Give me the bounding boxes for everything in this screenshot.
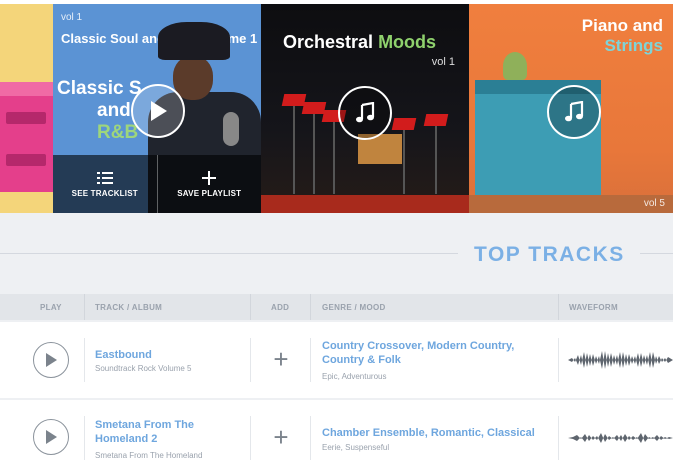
music-stand-art	[435, 126, 437, 194]
music-stand-art	[293, 106, 295, 194]
waveform[interactable]	[568, 340, 673, 380]
section-title: TOP TRACKS	[474, 243, 625, 266]
genre-links[interactable]: Country Crossover, Modern Country, Count…	[322, 339, 547, 367]
cassette-reel	[6, 112, 46, 124]
card-title-line: Strings	[604, 36, 663, 55]
card-volume: vol 5	[643, 198, 665, 209]
add-track-button[interactable]: +	[270, 424, 292, 450]
play-playlist-button[interactable]	[131, 84, 185, 138]
card-title-line: Piano and	[581, 16, 663, 35]
divider	[640, 253, 673, 254]
mood-text: Epic, Adventurous	[322, 372, 387, 381]
genre-links[interactable]: Chamber Ensemble, Romantic, Classical	[322, 426, 547, 440]
track-row[interactable]: Smetana From The Homeland 2 Smetana From…	[0, 400, 673, 472]
ground-art	[469, 195, 673, 213]
card-volume: vol 1	[431, 56, 455, 68]
track-title-link[interactable]: Smetana From The Homeland 2	[95, 418, 225, 446]
play-icon	[151, 101, 167, 121]
track-album-link[interactable]: Soundtrack Rock Volume 5	[95, 364, 192, 373]
column-divider	[250, 294, 251, 320]
column-header-track: TRACK / ALBUM	[95, 303, 163, 312]
cassette-art-top	[0, 82, 53, 96]
music-stand-art	[391, 118, 417, 130]
playlist-card-partial[interactable]	[0, 4, 53, 213]
microphone-art	[223, 112, 239, 146]
track-row[interactable]: Eastbound Soundtrack Rock Volume 5 + Cou…	[0, 322, 673, 398]
track-title-link[interactable]: Eastbound	[95, 348, 245, 362]
column-divider	[310, 338, 311, 382]
playlist-card-piano-strings[interactable]: Piano and Strings vol 5	[469, 4, 673, 213]
play-playlist-button[interactable]	[547, 85, 601, 139]
play-playlist-button[interactable]	[338, 86, 392, 140]
column-divider	[558, 416, 559, 460]
column-divider	[84, 338, 85, 382]
save-playlist-label: SAVE PLAYLIST	[177, 188, 242, 198]
cover-art-text-line: R&B	[97, 122, 139, 143]
divider	[0, 253, 458, 254]
column-divider	[250, 416, 251, 460]
music-note-icon	[565, 101, 584, 122]
cover-art-text-line: Classic S	[57, 78, 142, 99]
track-album-link[interactable]: Smetana From The Homeland	[95, 451, 202, 460]
music-stand-art	[281, 94, 307, 106]
cover-art-text-line: and	[97, 100, 131, 121]
music-note-icon	[356, 102, 375, 123]
column-header-waveform: WAVEFORM	[569, 303, 618, 312]
card-title-part: Moods	[378, 32, 437, 52]
column-divider	[558, 294, 559, 320]
column-header-add: ADD	[271, 303, 290, 312]
column-header-genre: GENRE / MOOD	[322, 303, 386, 312]
mood-text: Eerie, Suspenseful	[322, 443, 390, 452]
column-divider	[84, 416, 85, 460]
column-divider	[310, 294, 311, 320]
save-playlist-button[interactable]: SAVE PLAYLIST	[156, 155, 262, 213]
column-divider	[558, 338, 559, 382]
tracks-table-header: PLAY TRACK / ALBUM ADD GENRE / MOOD WAVE…	[0, 294, 673, 320]
cassette-art	[0, 82, 53, 192]
waveform[interactable]	[568, 418, 673, 458]
cover-art-text: Classic S and R&B	[57, 78, 142, 144]
see-tracklist-label: SEE TRACKLIST	[71, 188, 138, 198]
card-title: Orchestral Moods	[283, 32, 436, 53]
column-divider	[310, 416, 311, 460]
add-track-button[interactable]: +	[270, 346, 292, 372]
top-tracks-header: TOP TRACKS	[0, 213, 673, 294]
plus-icon	[202, 170, 217, 185]
music-stand-art	[301, 102, 327, 114]
playlist-carousel: vol 1 Classic Soul and R&B Volume 1 Clas…	[0, 0, 673, 213]
playlist-card-classic-soul[interactable]: vol 1 Classic Soul and R&B Volume 1 Clas…	[53, 4, 261, 213]
play-icon	[46, 430, 57, 444]
card-volume: vol 1	[61, 12, 83, 23]
stage-floor-art	[261, 195, 469, 213]
page: vol 1 Classic Soul and R&B Volume 1 Clas…	[0, 0, 673, 472]
play-track-button[interactable]	[33, 342, 69, 378]
list-icon	[96, 171, 113, 184]
music-stand-art	[403, 130, 405, 194]
music-stand-art	[333, 122, 335, 194]
cassette-reel	[6, 154, 46, 166]
see-tracklist-button[interactable]: SEE TRACKLIST	[53, 155, 157, 213]
play-icon	[46, 353, 57, 367]
music-stand-art	[423, 114, 449, 126]
music-stand-art	[313, 114, 315, 194]
card-title-part: Orchestral	[283, 32, 374, 52]
singer-art	[158, 22, 230, 60]
card-action-bar: SEE TRACKLIST SAVE PLAYLIST	[53, 155, 261, 213]
plant-art	[503, 52, 527, 80]
playlist-card-orchestral-moods[interactable]: Orchestral Moods vol 1	[261, 4, 469, 213]
play-track-button[interactable]	[33, 419, 69, 455]
card-title: Piano and Strings	[582, 16, 663, 56]
column-divider	[250, 338, 251, 382]
column-divider	[84, 294, 85, 320]
column-header-play: PLAY	[40, 303, 62, 312]
